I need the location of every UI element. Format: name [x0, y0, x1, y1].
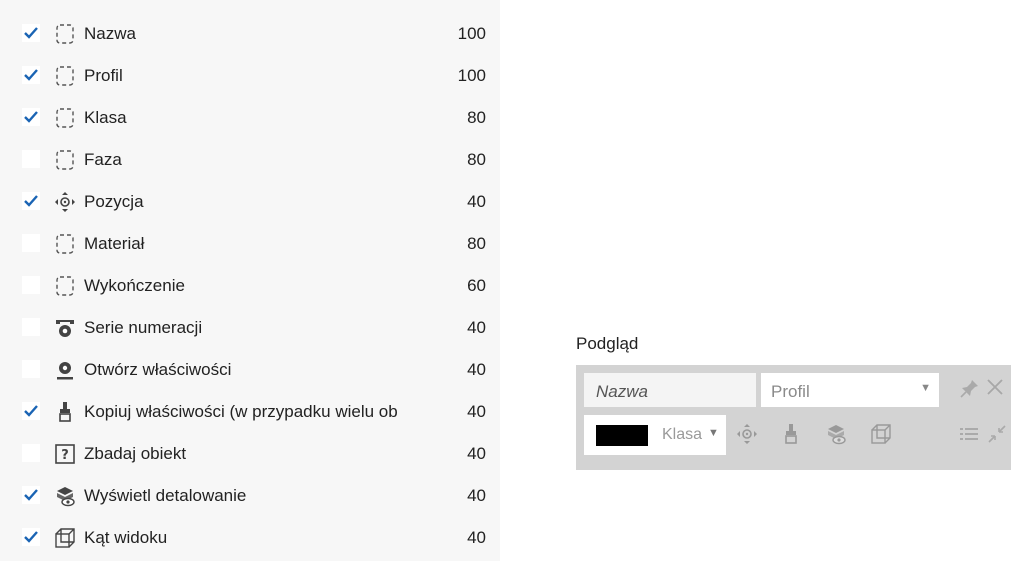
class-label: Klasa [662, 426, 703, 443]
checkbox[interactable] [22, 402, 40, 420]
dashed-frame-icon [54, 65, 76, 87]
checkbox[interactable] [22, 192, 40, 210]
dashed-frame-icon [54, 107, 76, 129]
close-icon[interactable] [984, 376, 1006, 398]
dashed-frame-icon [54, 233, 76, 255]
item-label: Kąt widoku [84, 528, 168, 547]
property-list: Nazwa 100 Profil 100 Klasa 80 Faza 80 Po… [0, 0, 500, 561]
properties-icon [54, 359, 76, 381]
item-label: Nazwa [84, 24, 136, 43]
list-item-zbadaj-obiekt[interactable]: ? Zbadaj obiekt 40 [0, 433, 500, 475]
pin-icon[interactable] [959, 377, 981, 399]
item-label: Kopiuj właściwości (w przypadku wielu ob [84, 402, 398, 421]
dashed-frame-icon [54, 23, 76, 45]
preview-panel: Nazwa Profil ▼ Klasa ▼ [576, 365, 1011, 470]
view-angle-icon [54, 527, 76, 549]
list-item-pozycja[interactable]: Pozycja 40 [0, 181, 500, 223]
checkbox[interactable] [22, 318, 40, 336]
item-value: 40 [467, 402, 486, 421]
position-icon [54, 191, 76, 213]
list-item-profil[interactable]: Profil 100 [0, 55, 500, 97]
list-item-otworz-wlasciwosci[interactable]: Otwórz właściwości 40 [0, 349, 500, 391]
item-label: Faza [84, 150, 122, 169]
item-value: 40 [467, 528, 486, 547]
show-detailing-icon[interactable] [825, 423, 847, 445]
item-label: Wykończenie [84, 276, 185, 295]
item-value: 40 [467, 486, 486, 505]
list-item-wyswietl-detalowanie[interactable]: Wyświetl detalowanie 40 [0, 475, 500, 517]
checkbox[interactable] [22, 360, 40, 378]
item-label: Profil [84, 66, 123, 85]
checkbox[interactable] [22, 108, 40, 126]
dashed-frame-icon [54, 275, 76, 297]
checkbox[interactable] [22, 486, 40, 504]
view-angle-icon[interactable] [870, 423, 892, 445]
chevron-down-icon: ▼ [920, 382, 931, 394]
item-value: 100 [457, 24, 486, 43]
item-label: Otwórz właściwości [84, 360, 232, 379]
checkbox[interactable] [22, 234, 40, 252]
item-value: 80 [467, 150, 486, 169]
item-label: Zbadaj obiekt [84, 444, 187, 463]
copy-properties-icon[interactable] [780, 423, 802, 445]
list-item-material[interactable]: Materiał 80 [0, 223, 500, 265]
position-icon[interactable] [736, 423, 758, 445]
item-label: Serie numeracji [84, 318, 203, 337]
checkbox[interactable] [22, 24, 40, 42]
list-item-wykonczenie[interactable]: Wykończenie 60 [0, 265, 500, 307]
checkbox[interactable] [22, 150, 40, 168]
show-detailing-icon [54, 485, 76, 507]
item-value: 40 [467, 360, 486, 379]
item-label: Klasa [84, 108, 127, 127]
inquire-object-icon: ? [54, 443, 76, 465]
list-icon[interactable] [958, 423, 980, 445]
item-value: 80 [467, 234, 486, 253]
list-item-klasa[interactable]: Klasa 80 [0, 97, 500, 139]
list-item-faza[interactable]: Faza 80 [0, 139, 500, 181]
list-item-nazwa[interactable]: Nazwa 100 [0, 13, 500, 55]
item-value: 40 [467, 318, 486, 337]
list-item-kat-widoku[interactable]: Kąt widoku 40 [0, 517, 500, 559]
collapse-icon[interactable] [986, 423, 1008, 445]
preview-title: Podgląd [576, 334, 639, 353]
profile-dropdown[interactable]: Profil ▼ [761, 373, 939, 407]
item-value: 40 [467, 192, 486, 211]
color-swatch [596, 425, 648, 446]
class-color-picker[interactable]: Klasa ▼ [584, 415, 726, 455]
item-label: Materiał [84, 234, 145, 253]
list-item-serie-numeracji[interactable]: Serie numeracji 40 [0, 307, 500, 349]
checkbox[interactable] [22, 528, 40, 546]
item-label: Pozycja [84, 192, 144, 211]
name-field[interactable]: Nazwa [584, 373, 756, 407]
checkbox[interactable] [22, 276, 40, 294]
item-value: 40 [467, 444, 486, 463]
chevron-down-icon: ▼ [708, 427, 719, 439]
copy-properties-icon [54, 401, 76, 423]
checkbox[interactable] [22, 66, 40, 84]
svg-text:?: ? [61, 448, 69, 463]
list-item-kopiuj-wlasciwosci[interactable]: Kopiuj właściwości (w przypadku wielu ob… [0, 391, 500, 433]
item-label: Wyświetl detalowanie [84, 486, 247, 505]
checkbox[interactable] [22, 444, 40, 462]
numbering-series-icon [54, 317, 76, 339]
profile-dropdown-value: Profil [771, 382, 810, 401]
dashed-frame-icon [54, 149, 76, 171]
item-value: 100 [457, 66, 486, 85]
item-value: 60 [467, 276, 486, 295]
item-value: 80 [467, 108, 486, 127]
